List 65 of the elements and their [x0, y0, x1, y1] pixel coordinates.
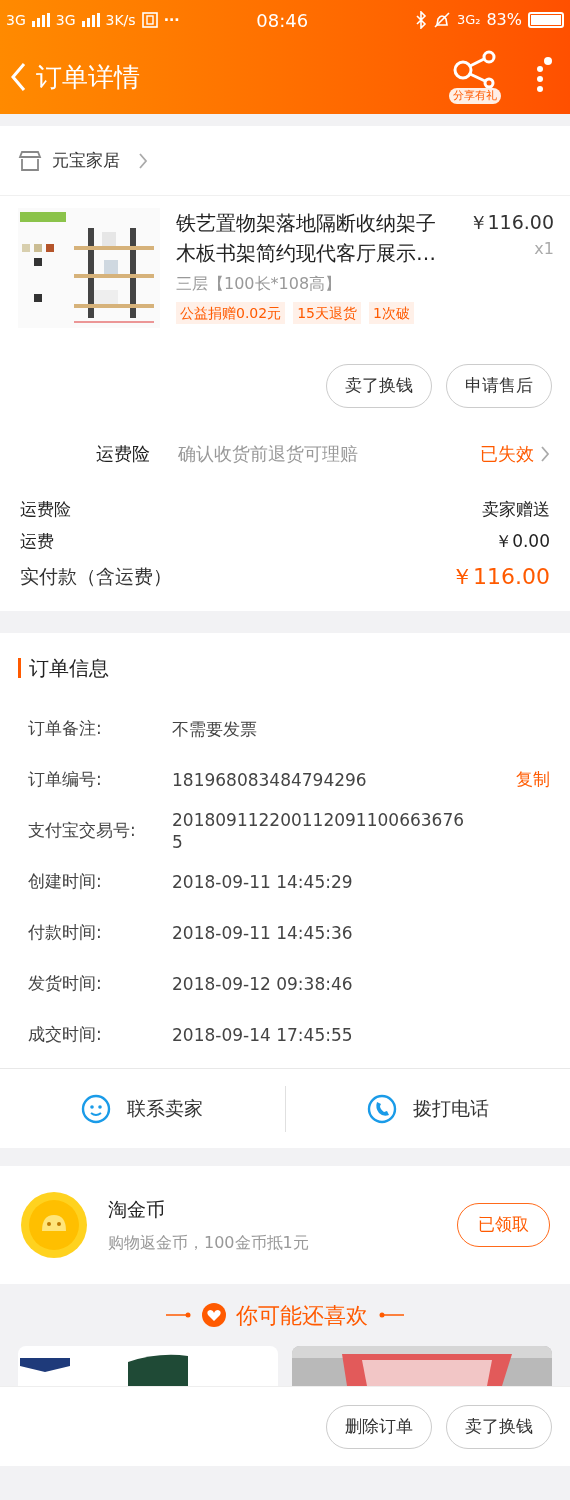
- info-label: 支付宝交易号:: [28, 818, 137, 842]
- decor-line-icon: [166, 1312, 192, 1318]
- share-icon[interactable]: [453, 50, 497, 88]
- info-label: 创建时间:: [28, 869, 103, 893]
- store-icon: [18, 149, 42, 172]
- info-label: 发货时间:: [28, 971, 103, 995]
- info-label: 订单编号:: [28, 767, 103, 791]
- info-label: 成交时间:: [28, 1022, 103, 1046]
- back-icon[interactable]: [10, 62, 26, 92]
- action-button[interactable]: 卖了换钱: [326, 364, 432, 408]
- status-text: 3G: [55, 10, 76, 30]
- battery-icon: [528, 12, 564, 28]
- section-marker: [18, 658, 21, 678]
- info-value: 2018-09-11 14:45:29: [172, 870, 354, 893]
- section-title: 订单信息: [29, 655, 109, 682]
- fee-label: 实付款（含运费）: [20, 564, 172, 590]
- coin-icon: [20, 1191, 88, 1259]
- contact-button[interactable]: 联系卖家: [127, 1094, 204, 1123]
- status-more: ···: [163, 10, 180, 30]
- coin-title: 淘金币: [108, 1196, 166, 1222]
- product-quantity: x1: [534, 237, 554, 260]
- phone-icon[interactable]: [366, 1093, 397, 1124]
- info-label: 订单备注:: [28, 716, 103, 740]
- smiley-chat-icon[interactable]: [81, 1093, 112, 1124]
- chevron-right-icon[interactable]: [138, 151, 148, 170]
- fee-value: ￥116.00: [451, 563, 550, 591]
- info-value: 2018091122001120911006636765: [172, 808, 466, 853]
- fee-label: 运费: [20, 529, 54, 553]
- decor-line-icon: [378, 1312, 404, 1318]
- action-button[interactable]: 申请售后: [446, 364, 552, 408]
- product-price: ￥116.00: [468, 210, 554, 235]
- product-tag: 1次破: [369, 302, 414, 324]
- network-type: 3G₂: [456, 11, 481, 30]
- bluetooth-icon: [414, 11, 427, 29]
- info-label: 付款时间:: [28, 920, 103, 944]
- action-button[interactable]: 删除订单: [326, 1404, 432, 1449]
- signal-icon: [81, 13, 100, 27]
- action-button[interactable]: 卖了换钱: [446, 1404, 552, 1449]
- product-tag: 公益捐赠0.02元: [176, 302, 286, 324]
- info-value: 不需要发票: [172, 717, 258, 740]
- signal-icon: [31, 13, 50, 27]
- page-title: 订单详情: [36, 60, 141, 94]
- chevron-right-icon[interactable]: [540, 444, 550, 463]
- coin-subtitle: 购物返金币，100金币抵1元: [108, 1232, 310, 1255]
- info-value: 181968083484794296: [172, 768, 368, 791]
- fee-value: 卖家赠送: [482, 498, 550, 521]
- product-tag: 15天退货: [293, 302, 361, 324]
- contact-button[interactable]: 拨打电话: [412, 1094, 489, 1123]
- status-text: 3G: [6, 10, 26, 30]
- info-value: 2018-09-12 09:38:46: [172, 972, 354, 995]
- fee-label: 运费险: [20, 498, 71, 521]
- product-spec: 三层【100长*108高】: [176, 273, 343, 295]
- info-value: 2018-09-14 17:45:55: [172, 1023, 354, 1046]
- status-time: 08:46: [256, 8, 309, 33]
- recommend-title: 你可能还喜欢: [236, 1301, 368, 1330]
- info-value: 2018-09-11 14:45:36: [172, 921, 354, 944]
- status-text: 3K/s: [105, 10, 136, 30]
- insurance-label: 运费险: [96, 442, 151, 466]
- app-notification-icon: [141, 12, 158, 28]
- insurance-description: 确认收货前退货可理赔: [178, 441, 359, 466]
- mute-bell-icon: [432, 11, 451, 29]
- shop-name[interactable]: 元宝家居: [52, 147, 120, 174]
- product-title[interactable]: 铁艺置物架落地隔断收纳架子木板书架简约现代客厅展示…: [176, 208, 448, 268]
- battery-percent: 83%: [486, 9, 522, 31]
- fee-value: ￥0.00: [495, 529, 550, 553]
